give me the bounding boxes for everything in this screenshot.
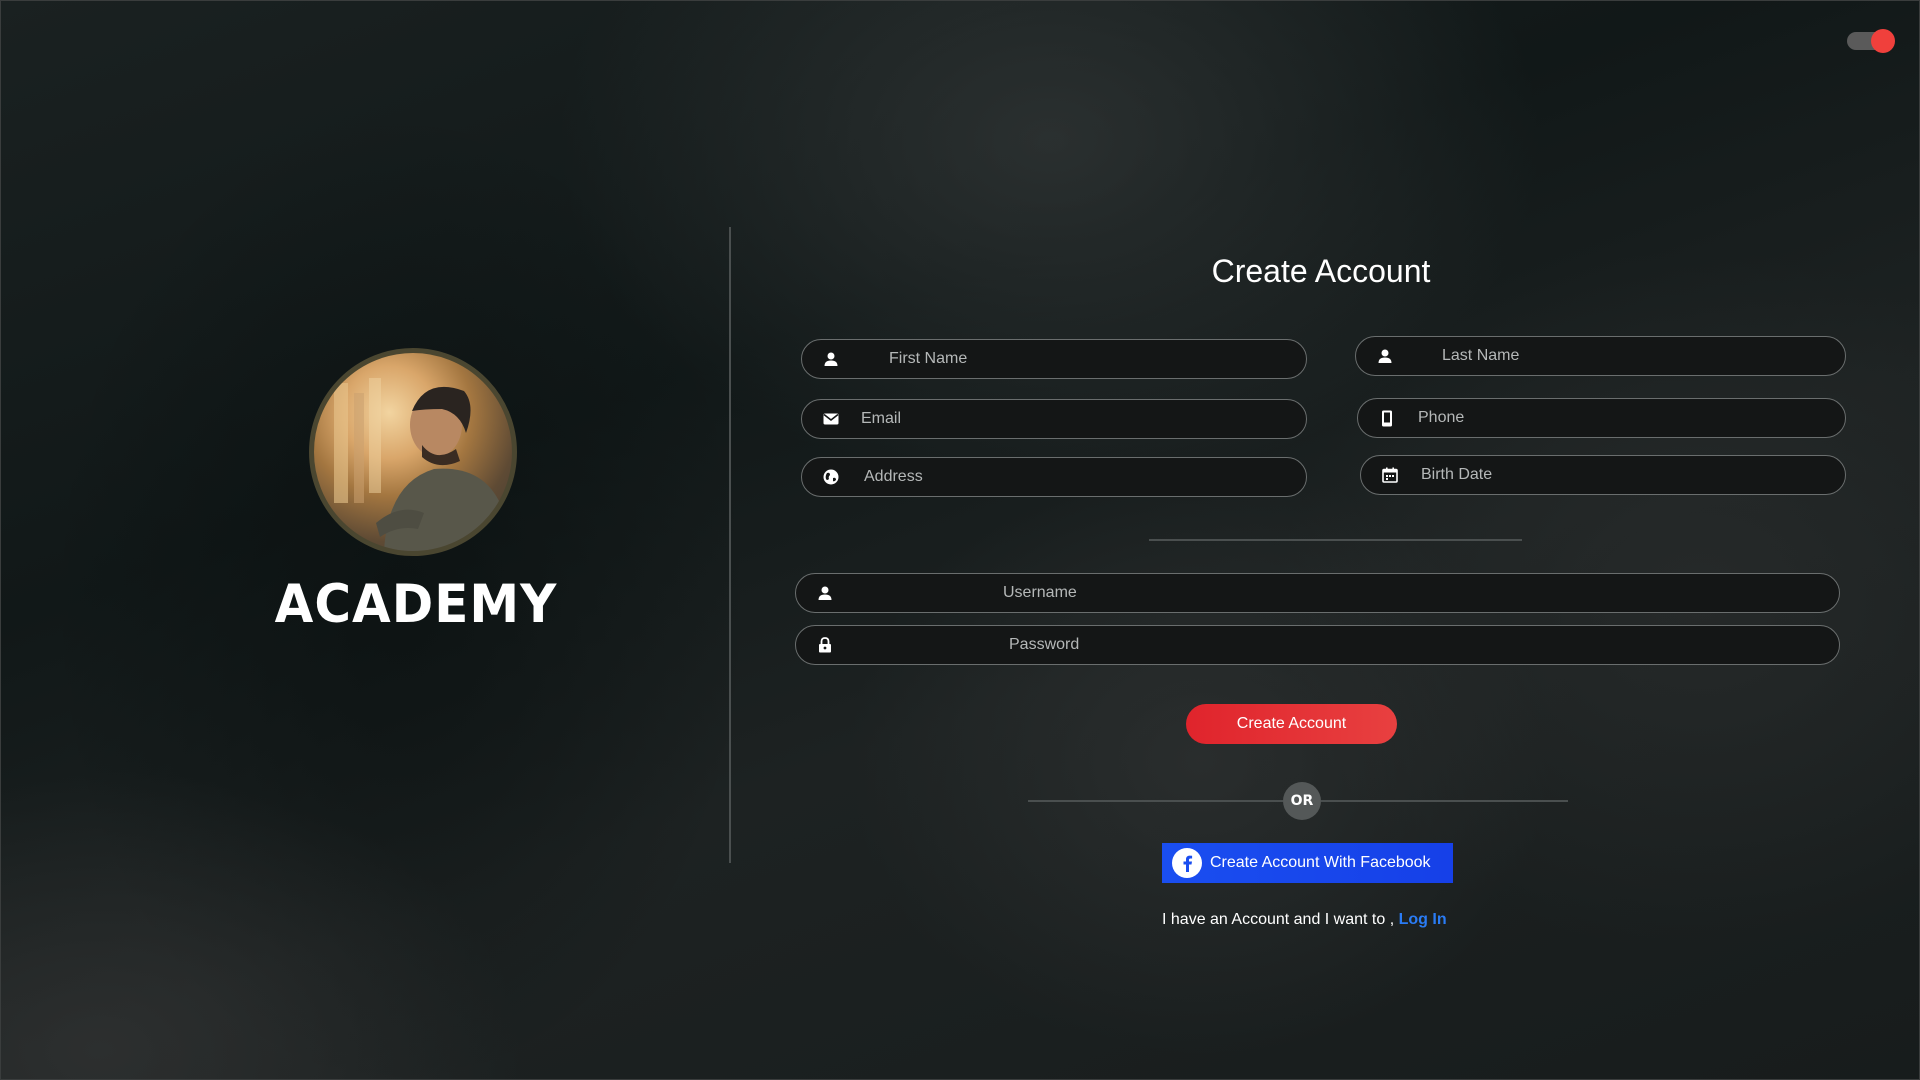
password-field[interactable]: Password xyxy=(795,625,1840,665)
profile-photo-icon xyxy=(334,378,512,551)
email-field[interactable]: Email xyxy=(801,399,1307,439)
login-prompt: I have an Account and I want to , Log In xyxy=(1162,911,1447,929)
email-placeholder: Email xyxy=(861,410,902,427)
phone-placeholder: Phone xyxy=(1418,409,1465,426)
address-placeholder: Address xyxy=(864,468,923,485)
globe-icon xyxy=(822,468,840,486)
user-icon xyxy=(1376,347,1394,365)
password-placeholder: Password xyxy=(1009,636,1080,653)
vertical-divider xyxy=(729,227,731,863)
login-link[interactable]: Log In xyxy=(1399,911,1447,928)
section-divider xyxy=(1149,539,1522,541)
user-icon xyxy=(822,350,840,368)
avatar xyxy=(309,348,517,556)
theme-toggle[interactable] xyxy=(1847,29,1895,53)
lock-icon xyxy=(816,636,834,654)
address-field[interactable]: Address xyxy=(801,457,1307,497)
or-divider-right xyxy=(1321,800,1568,802)
facebook-button-label: Create Account With Facebook xyxy=(1210,854,1431,871)
first-name-field[interactable]: First Name xyxy=(801,339,1307,379)
birth-date-field[interactable]: Birth Date xyxy=(1360,455,1846,495)
brand-name: ACADEMY xyxy=(274,573,558,635)
or-divider-left xyxy=(1028,800,1283,802)
toggle-knob xyxy=(1871,29,1895,53)
mail-icon xyxy=(822,410,840,428)
create-account-button[interactable]: Create Account xyxy=(1186,704,1397,744)
calendar-icon xyxy=(1381,466,1399,484)
or-badge: OR xyxy=(1283,782,1321,820)
phone-icon xyxy=(1378,409,1396,427)
facebook-signup-button[interactable]: Create Account With Facebook xyxy=(1162,843,1453,883)
facebook-icon xyxy=(1172,848,1202,878)
birth-date-placeholder: Birth Date xyxy=(1421,466,1493,483)
first-name-placeholder: First Name xyxy=(889,350,968,367)
username-field[interactable]: Username xyxy=(795,573,1840,613)
page-title: Create Account xyxy=(1211,253,1431,289)
phone-field[interactable]: Phone xyxy=(1357,398,1846,438)
last-name-field[interactable]: Last Name xyxy=(1355,336,1846,376)
username-placeholder: Username xyxy=(1003,584,1077,601)
login-prompt-text: I have an Account and I want to , xyxy=(1162,911,1395,928)
user-icon xyxy=(816,584,834,602)
last-name-placeholder: Last Name xyxy=(1442,347,1520,364)
